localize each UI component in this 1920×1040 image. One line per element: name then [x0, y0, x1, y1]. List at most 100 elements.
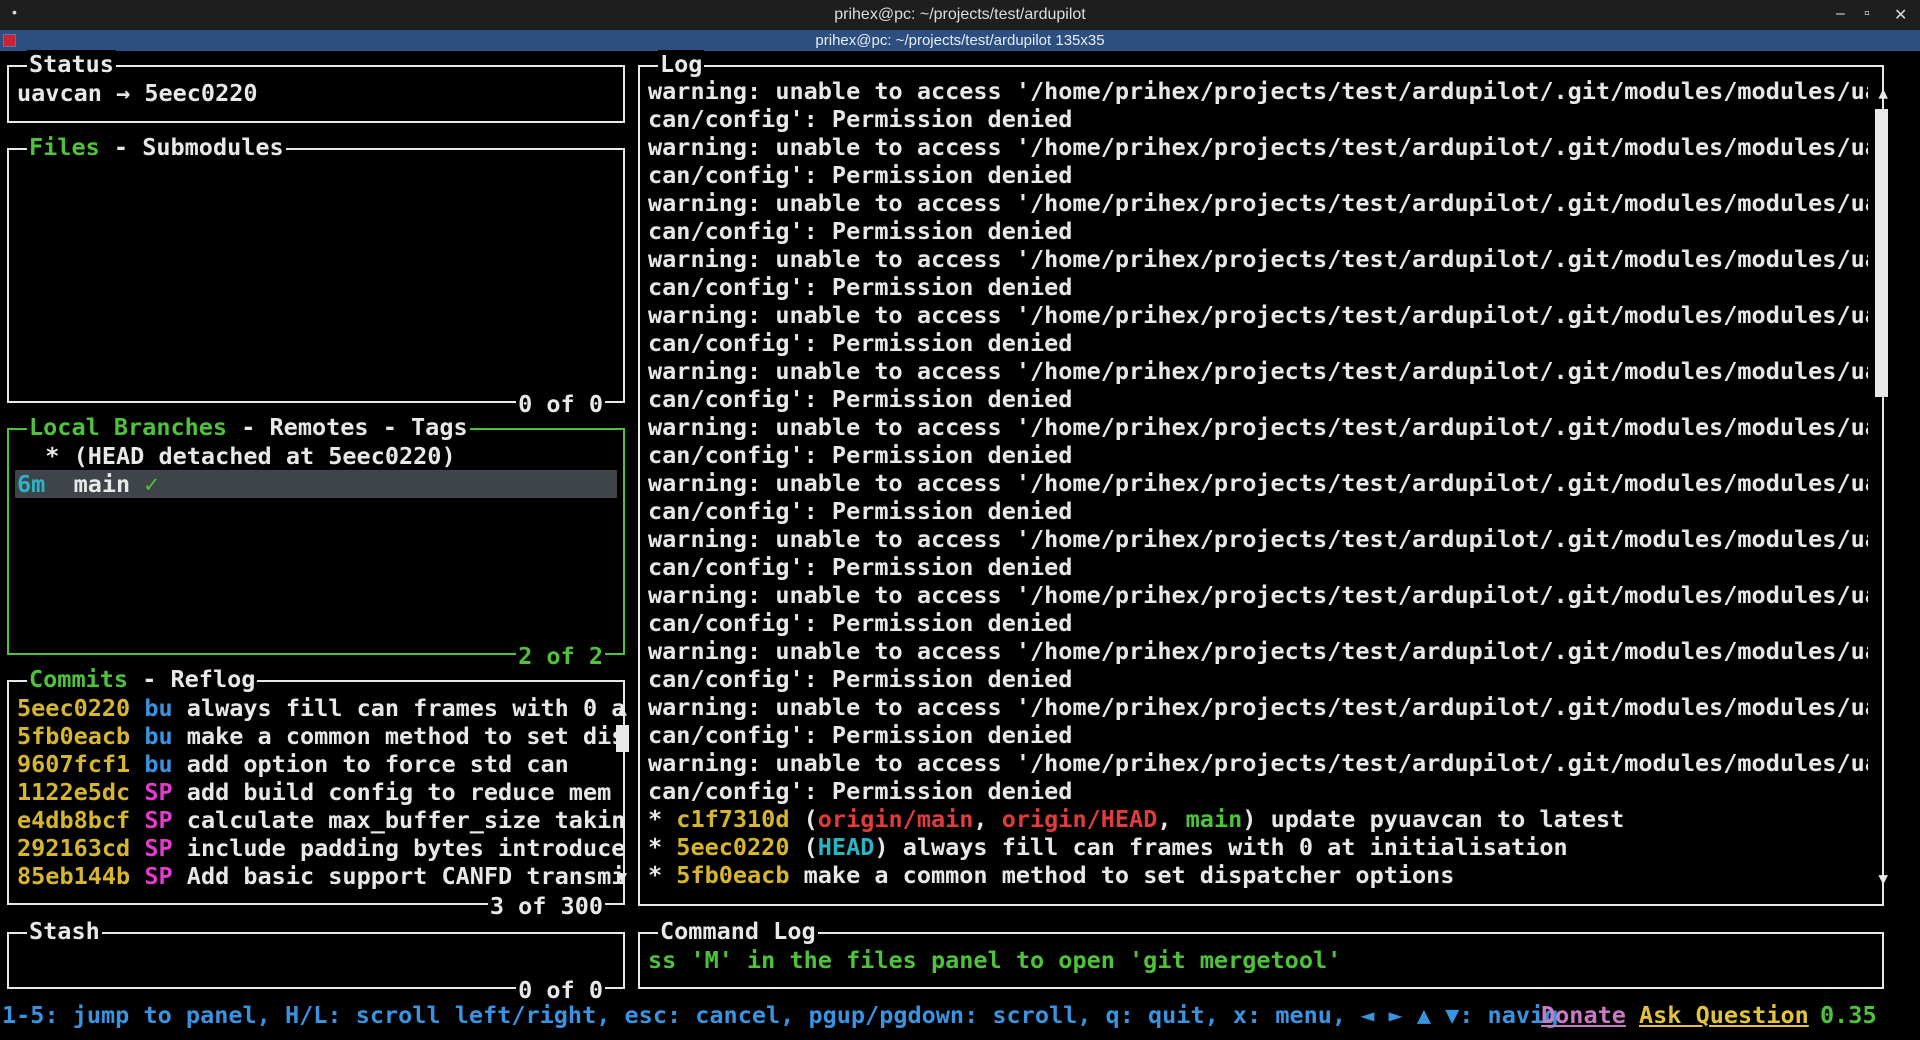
checkmark-icon: ✓: [130, 470, 159, 498]
log-warning-line: warning: unable to access '/home/prihex/…: [648, 469, 1868, 497]
log-ref-label: HEAD: [817, 833, 875, 861]
commits-panel[interactable]: Commits - Reflog 5eec0220 bu always fill…: [7, 665, 629, 920]
log-warning-line: can/config': Permission denied: [648, 385, 1073, 413]
commits-panel-title: Commits - Reflog: [27, 665, 258, 693]
commit-author: SP: [144, 862, 173, 890]
terminal-tab-title[interactable]: prihex@pc: ~/projects/test/ardupilot 135…: [0, 32, 1920, 49]
branch-row-head-detached[interactable]: * (HEAD detached at 5eec0220): [17, 442, 455, 470]
donate-link[interactable]: Donate: [1541, 1000, 1626, 1030]
tab-tags[interactable]: Tags: [411, 413, 468, 441]
status-panel[interactable]: Status uavcan → 5eec0220: [7, 50, 625, 123]
branch-row-main[interactable]: 6m main ✓: [17, 470, 158, 498]
commit-row[interactable]: 85eb144b SP Add basic support CANFD tran…: [17, 862, 625, 890]
log-warning-line: can/config': Permission denied: [648, 273, 1073, 301]
log-commit-hash: c1f7310d: [676, 805, 790, 833]
commit-row[interactable]: 1122e5dc SP add build config to reduce m…: [17, 778, 611, 806]
scroll-down-arrow-icon[interactable]: ▼: [617, 869, 627, 885]
log-warning-line: can/config': Permission denied: [648, 105, 1073, 133]
log-commit-line: * 5fb0eacb make a common method to set d…: [648, 861, 1455, 889]
close-icon[interactable]: ✕: [1894, 5, 1907, 25]
log-warning-line: can/config': Permission denied: [648, 609, 1073, 637]
tab-local-branches[interactable]: Local Branches: [29, 413, 227, 441]
log-warning-line: can/config': Permission denied: [648, 665, 1073, 693]
commit-message: add option to force std can: [186, 750, 569, 778]
log-warning-line: can/config': Permission denied: [648, 553, 1073, 581]
command-log-text: ss 'M' in the files panel to open 'git m…: [648, 946, 1342, 974]
commit-message: Add basic support CANFD transmi: [186, 862, 626, 890]
log-warning-line: warning: unable to access '/home/prihex/…: [648, 357, 1868, 385]
files-panel[interactable]: Files - Submodules 0 of 0: [7, 133, 625, 418]
commit-row[interactable]: 5fb0eacb bu make a common method to set …: [17, 722, 625, 750]
log-warning-line: warning: unable to access '/home/prihex/…: [648, 301, 1868, 329]
log-warning-line: can/config': Permission denied: [648, 721, 1073, 749]
commit-row[interactable]: e4db8bcf SP calculate max_buffer_size ta…: [17, 806, 625, 834]
tab-submodules[interactable]: Submodules: [142, 133, 283, 161]
log-panel[interactable]: Log warning: unable to access '/home/pri…: [638, 50, 1888, 906]
log-warning-line: can/config': Permission denied: [648, 161, 1073, 189]
tab-reflog[interactable]: Reflog: [171, 665, 256, 693]
log-warning-line: can/config': Permission denied: [648, 497, 1073, 525]
terminal-tab-bar: prihex@pc: ~/projects/test/ardupilot 135…: [0, 30, 1920, 51]
commits-scrollbar-thumb[interactable]: [616, 725, 629, 752]
commit-hash: 5fb0eacb: [17, 722, 131, 750]
commit-hash: 85eb144b: [17, 862, 131, 890]
stash-panel[interactable]: Stash 0 of 0: [7, 917, 625, 1004]
branches-panel[interactable]: Local Branches - Remotes - Tags * (HEAD …: [7, 413, 625, 670]
log-warning-line: warning: unable to access '/home/prihex/…: [648, 581, 1868, 609]
log-warning-line: can/config': Permission denied: [648, 441, 1073, 469]
files-panel-title: Files - Submodules: [27, 133, 286, 161]
log-warning-line: warning: unable to access '/home/prihex/…: [648, 133, 1868, 161]
branches-panel-title: Local Branches - Remotes - Tags: [27, 413, 470, 441]
commit-author: bu: [144, 750, 173, 778]
branches-count: 2 of 2: [516, 642, 605, 670]
tab-remotes[interactable]: Remotes: [270, 413, 369, 441]
scroll-up-arrow-icon[interactable]: ▲: [617, 702, 627, 718]
command-log-title: Command Log: [658, 917, 818, 945]
commit-message: add build config to reduce mem: [186, 778, 612, 806]
commit-row[interactable]: 9607fcf1 bu add option to force std can: [17, 750, 569, 778]
log-commit-message: make a common method to set dispatcher o…: [803, 861, 1455, 889]
commit-row[interactable]: 5eec0220 bu always fill can frames with …: [17, 694, 625, 722]
log-commit-message: update pyuavcan to latest: [1270, 805, 1625, 833]
log-commit-line: * 5eec0220 (HEAD) always fill can frames…: [648, 833, 1568, 861]
log-warning-line: warning: unable to access '/home/prihex/…: [648, 77, 1868, 105]
commit-hash: 292163cd: [17, 834, 131, 862]
log-scroll-down-icon[interactable]: ▼: [1878, 871, 1888, 887]
tab-commits[interactable]: Commits: [29, 665, 128, 693]
commit-hash: 5eec0220: [17, 694, 131, 722]
log-warning-line: warning: unable to access '/home/prihex/…: [648, 637, 1868, 665]
log-warning-line: warning: unable to access '/home/prihex/…: [648, 525, 1868, 553]
log-warning-line: warning: unable to access '/home/prihex/…: [648, 189, 1868, 217]
window-titlebar: • prihex@pc: ~/projects/test/ardupilot –…: [0, 0, 1920, 30]
tab-files[interactable]: Files: [29, 133, 100, 161]
maximize-icon[interactable]: ▫: [1864, 5, 1870, 23]
keybinding-hints: 1-5: jump to panel, H/L: scroll left/rig…: [2, 1001, 1559, 1029]
log-commit-line: * c1f7310d (origin/main, origin/HEAD, ma…: [648, 805, 1625, 833]
commit-author: SP: [144, 834, 173, 862]
commits-count: 3 of 300: [487, 892, 605, 920]
log-panel-title: Log: [658, 50, 705, 78]
files-count: 0 of 0: [516, 390, 605, 418]
log-commit-message: always fill can frames with 0 at initial…: [902, 833, 1568, 861]
commit-message: include padding bytes introduce: [186, 834, 626, 862]
log-warning-line: can/config': Permission denied: [648, 329, 1073, 357]
command-log-panel[interactable]: Command Log ss 'M' in the files panel to…: [638, 917, 1884, 989]
branch-age: 6m: [17, 470, 74, 498]
log-scrollbar-thumb[interactable]: [1875, 109, 1888, 397]
title-separator: -: [99, 133, 143, 161]
commit-row[interactable]: 292163cd SP include padding bytes introd…: [17, 834, 625, 862]
log-content: warning: unable to access '/home/prihex/…: [648, 77, 1868, 889]
log-scroll-up-icon[interactable]: ▲: [1878, 85, 1888, 101]
commit-author: bu: [144, 694, 173, 722]
log-ref-label: origin/HEAD: [1001, 805, 1158, 833]
log-warning-line: can/config': Permission denied: [648, 777, 1073, 805]
commit-hash: 9607fcf1: [17, 750, 131, 778]
status-text: uavcan → 5eec0220: [17, 79, 258, 107]
log-ref-label: origin/main: [817, 805, 974, 833]
log-warning-line: can/config': Permission denied: [648, 217, 1073, 245]
log-ref-label: main: [1185, 805, 1243, 833]
minimize-icon[interactable]: –: [1836, 5, 1845, 23]
branch-name: main: [73, 470, 131, 498]
commit-author: SP: [144, 806, 173, 834]
ask-question-link[interactable]: Ask Question: [1639, 1000, 1809, 1030]
